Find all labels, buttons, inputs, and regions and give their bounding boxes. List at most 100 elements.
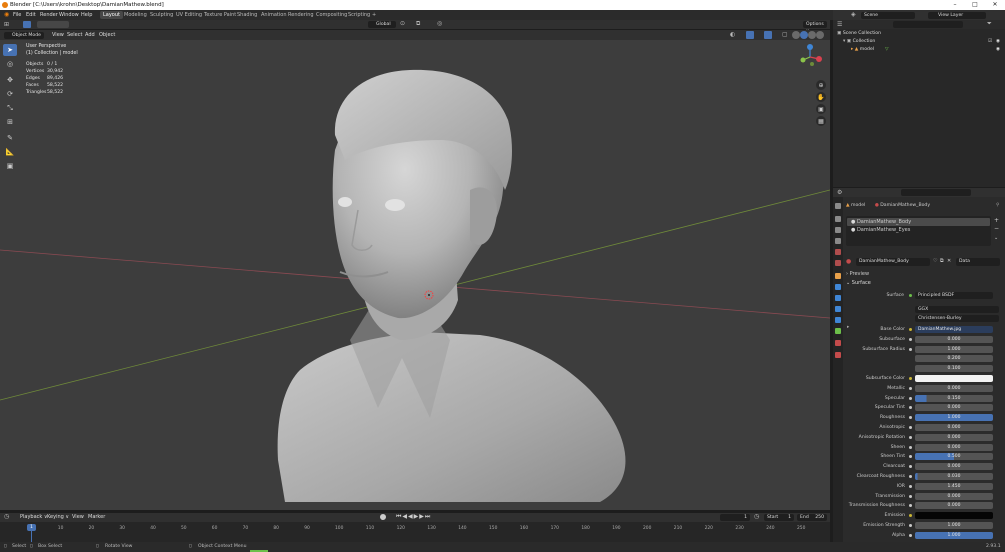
color-swatch[interactable] (915, 512, 993, 520)
menu-object[interactable]: Object (99, 30, 115, 40)
solid-shading-icon[interactable] (800, 31, 808, 39)
tab-shading[interactable]: Shading (234, 11, 260, 19)
select-tool-icon[interactable]: ➤ (3, 44, 17, 56)
socket-icon[interactable] (909, 524, 912, 527)
remove-slot-button[interactable]: − (994, 225, 999, 232)
socket-icon[interactable] (909, 455, 912, 459)
outliner-search-input[interactable] (893, 21, 963, 28)
snap-icon[interactable]: ⧉ (416, 20, 420, 28)
scene-name-field[interactable]: Scene (861, 11, 915, 19)
socket-icon[interactable] (909, 504, 912, 508)
value-slider[interactable]: 0.000 (915, 404, 993, 412)
close-button[interactable]: ✕ (985, 0, 1005, 10)
view-layer-tab-icon[interactable] (835, 238, 841, 244)
end-frame-field[interactable]: End 250 (797, 514, 827, 521)
minimize-button[interactable]: – (945, 0, 965, 10)
value-slider[interactable]: 0.000 (915, 443, 993, 451)
maximize-button[interactable]: □ (965, 0, 985, 10)
texture-tab-icon[interactable] (835, 352, 841, 358)
modifier-tab-icon[interactable] (835, 284, 841, 290)
tab-layout[interactable]: Layout (100, 11, 123, 19)
socket-icon[interactable] (909, 484, 912, 488)
cursor-tool-icon[interactable]: ◎ (3, 58, 17, 70)
material-tab-icon[interactable] (835, 340, 841, 346)
menu-view[interactable]: View (52, 30, 64, 40)
surface-section-header[interactable]: ⌄ Surface (846, 279, 871, 287)
socket-icon[interactable] (909, 337, 912, 341)
socket-icon[interactable] (909, 465, 912, 469)
expand-icon[interactable]: ▸ (847, 325, 849, 330)
gizmo-neg-y-icon[interactable] (810, 62, 814, 66)
constraints-tab-icon[interactable] (835, 317, 841, 323)
eye-icon[interactable]: ◉ (996, 38, 1000, 46)
gizmo-x-axis-icon[interactable] (816, 56, 822, 62)
value-slider[interactable]: 1.000 (915, 522, 993, 529)
distribution-dropdown[interactable]: GGX (915, 306, 999, 313)
menu-window[interactable]: Window (59, 10, 79, 20)
material-name-field[interactable]: DamianMathew_Body (856, 258, 930, 266)
wireframe-shading-icon[interactable] (792, 31, 800, 39)
annotate-tool-icon[interactable]: ✎ (3, 132, 17, 144)
object-tab-icon[interactable] (835, 273, 841, 279)
timeline-area[interactable]: 0102030405060708090100110120130140150160… (0, 522, 830, 542)
render-tab-icon[interactable] (835, 216, 841, 222)
fake-user-icon[interactable]: ♡ (933, 258, 939, 266)
3d-viewport[interactable]: User Perspective (1) Collection | model … (0, 40, 830, 510)
value-slider[interactable]: 0.000 (915, 433, 993, 441)
rotate-tool-icon[interactable]: ⟳ (3, 88, 17, 100)
move-tool-icon[interactable]: ✥ (3, 74, 17, 86)
value-slider[interactable]: 0.000 (915, 384, 993, 392)
menu-render[interactable]: Render (40, 10, 58, 20)
value-slider[interactable]: 0.000 (915, 492, 993, 500)
add-slot-button[interactable]: + (994, 217, 999, 224)
playhead-frame-label[interactable]: 1 (27, 524, 36, 531)
properties-editor-icon[interactable]: ⚙ (837, 189, 842, 196)
preview-section-header[interactable]: › Preview (846, 270, 869, 278)
transform-orientation-dropdown[interactable]: Global (368, 21, 396, 28)
outliner-row-model[interactable]: ▸ ▲ model ▽ ◉ (833, 46, 1005, 54)
socket-icon[interactable] (909, 406, 912, 410)
socket-icon[interactable] (909, 435, 912, 439)
particles-tab-icon[interactable] (835, 295, 841, 301)
color-swatch[interactable] (915, 375, 993, 382)
outliner-row-collection[interactable]: ▾ ▣ Collection ☑ ◉ (833, 38, 1005, 46)
data-tab-icon[interactable] (835, 328, 841, 334)
playback-controls[interactable]: ⏮◀◀▶▶⏭ (396, 513, 431, 521)
gizmo-toggle-icon[interactable] (746, 31, 754, 39)
selection-mode-buttons[interactable] (37, 21, 69, 28)
tool-tab-icon[interactable] (835, 203, 841, 209)
socket-icon[interactable] (909, 426, 912, 429)
socket-icon[interactable] (909, 475, 912, 478)
start-frame-field[interactable]: Start 1 (764, 514, 794, 521)
value-slider[interactable]: 0.500 (915, 453, 993, 461)
orthographic-toggle-icon[interactable]: ▦ (816, 116, 826, 126)
proportional-edit-icon[interactable]: ◎ (437, 20, 442, 27)
material-slot-body[interactable]: ● DamianMathew_Body (847, 218, 990, 226)
value-slider[interactable]: 1.000 (915, 414, 993, 422)
current-frame-field[interactable]: 1 (720, 514, 750, 521)
object-mode-dropdown[interactable]: Object Mode (4, 31, 44, 39)
socket-icon[interactable] (909, 416, 912, 420)
view-layer-field[interactable]: View Layer (928, 11, 986, 19)
menu-timeline-view[interactable]: View (72, 513, 84, 522)
pin-icon[interactable]: ⚲ (996, 202, 999, 210)
add-workspace-button[interactable]: + (369, 11, 379, 19)
tab-sculpting[interactable]: Sculpting (147, 11, 176, 19)
value-slider[interactable]: 1.000 (915, 345, 993, 353)
select-box-mode-icon[interactable] (23, 21, 31, 28)
checkbox-icon[interactable]: ☑ (988, 38, 992, 46)
image-texture-field[interactable]: DamianMathew.jpg (915, 326, 993, 333)
physics-tab-icon[interactable] (835, 306, 841, 312)
overlay-toggle-icon[interactable] (764, 31, 772, 39)
pan-hand-icon[interactable]: ✋ (816, 92, 826, 102)
socket-icon[interactable] (909, 328, 912, 331)
value-slider[interactable]: 0.150 (915, 394, 993, 402)
transform-tool-icon[interactable]: ⊞ (3, 116, 17, 128)
gizmo-y-axis-icon[interactable] (800, 57, 806, 63)
preview-range-icon[interactable]: ◷ (754, 513, 759, 520)
socket-icon[interactable] (909, 514, 912, 518)
menu-select[interactable]: Select (67, 30, 82, 40)
view-object-types-icon[interactable]: ◐ (730, 31, 735, 38)
menu-marker[interactable]: Marker (88, 513, 105, 522)
socket-icon[interactable] (909, 494, 912, 498)
